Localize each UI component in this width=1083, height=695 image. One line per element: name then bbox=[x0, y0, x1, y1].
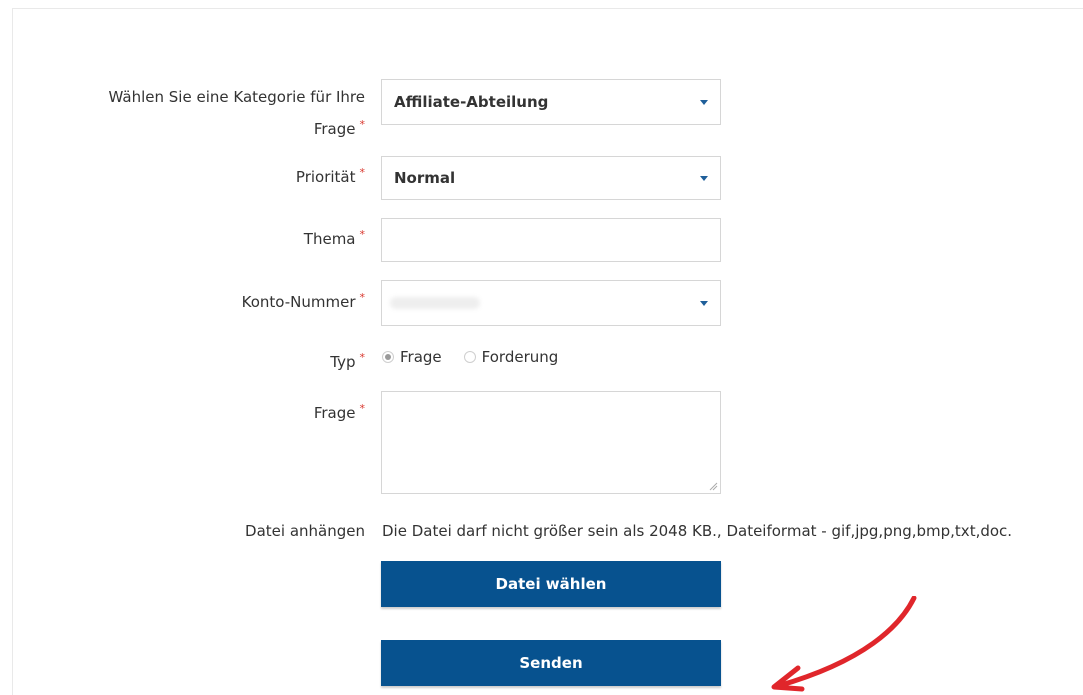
subject-input[interactable] bbox=[381, 218, 721, 262]
required-marker: * bbox=[359, 291, 366, 304]
choose-file-button[interactable]: Datei wählen bbox=[381, 561, 721, 607]
send-button[interactable]: Senden bbox=[381, 640, 721, 686]
question-label: Frage * bbox=[314, 396, 365, 426]
type-option-frage-label[interactable]: Frage bbox=[400, 348, 442, 366]
priority-label-text: Priorität bbox=[295, 168, 356, 186]
attachment-label: Datei anhängen bbox=[245, 522, 365, 540]
chevron-down-icon bbox=[700, 176, 708, 181]
type-label: Typ * bbox=[330, 345, 365, 375]
subject-label-text: Thema bbox=[303, 230, 356, 248]
type-option-forderung-label[interactable]: Forderung bbox=[482, 348, 559, 366]
category-label: Wählen Sie eine Kategorie für Ihre Frage… bbox=[109, 83, 365, 143]
category-select-value: Affiliate-Abteilung bbox=[394, 93, 549, 111]
subject-label: Thema * bbox=[304, 222, 365, 252]
annotation-arrow-icon bbox=[771, 596, 917, 692]
resize-handle-icon[interactable] bbox=[709, 482, 718, 491]
type-radio-frage[interactable] bbox=[382, 351, 394, 363]
type-label-text: Typ bbox=[330, 353, 356, 371]
required-marker: * bbox=[359, 402, 366, 415]
type-radio-group: Frage Forderung bbox=[382, 343, 580, 371]
priority-select[interactable]: Normal bbox=[381, 156, 721, 200]
type-radio-forderung[interactable] bbox=[463, 351, 476, 363]
account-label: Konto-Nummer * bbox=[242, 285, 365, 315]
account-select[interactable] bbox=[381, 280, 721, 326]
priority-select-value: Normal bbox=[394, 169, 456, 187]
required-marker: * bbox=[359, 228, 366, 241]
required-marker: * bbox=[359, 166, 366, 179]
question-label-text: Frage bbox=[313, 404, 356, 422]
account-label-text: Konto-Nummer bbox=[241, 293, 356, 311]
required-marker: * bbox=[359, 118, 366, 131]
blurred-account-number bbox=[390, 297, 480, 309]
attachment-hint: Die Datei darf nicht größer sein als 204… bbox=[382, 522, 1013, 540]
category-label-line2: Frage bbox=[313, 120, 356, 138]
category-label-line1: Wählen Sie eine Kategorie für Ihre bbox=[108, 88, 365, 106]
required-marker: * bbox=[359, 351, 366, 364]
priority-label: Priorität * bbox=[296, 160, 365, 190]
category-select[interactable]: Affiliate-Abteilung bbox=[381, 79, 721, 125]
chevron-down-icon bbox=[700, 100, 708, 105]
question-textarea[interactable] bbox=[381, 391, 721, 494]
chevron-down-icon bbox=[700, 301, 708, 306]
